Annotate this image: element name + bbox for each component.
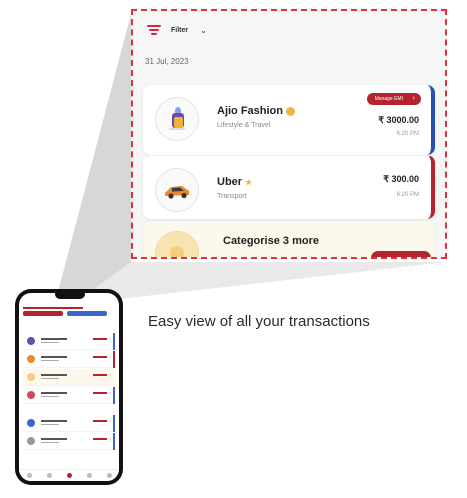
transaction-time: 6:20 PM <box>396 192 419 198</box>
phone-screen <box>19 293 119 481</box>
manage-emi-button[interactable]: Manage EMI › <box>366 93 421 105</box>
transaction-amount: ₹ 3000.00 <box>378 115 419 125</box>
merchant-name: Uber ★ <box>217 176 253 188</box>
merchant-avatar <box>155 168 199 212</box>
transaction-amount: ₹ 300.00 <box>383 174 419 184</box>
categorise-button[interactable] <box>371 251 431 257</box>
filter-label: Filter <box>171 26 189 34</box>
merchant-category: Transport <box>217 193 247 200</box>
star-icon: ★ <box>245 177 253 187</box>
shopping-bag-icon <box>169 107 185 130</box>
merchant-name: Ajio Fashion <box>217 105 295 117</box>
merchant-avatar <box>155 97 199 141</box>
phone-list-item <box>23 387 115 404</box>
transaction-card-ajio[interactable]: Ajio Fashion Lifestyle & Travel Manage E… <box>143 85 435 155</box>
transaction-date: 31 Jul, 2023 <box>145 57 189 66</box>
phone-header <box>23 305 115 317</box>
transaction-card-uber[interactable]: Uber ★ Transport ₹ 300.00 6:20 PM <box>143 155 435 219</box>
categorise-avatar <box>155 231 199 257</box>
phone-list-item <box>23 415 115 432</box>
phone-list-item <box>23 351 115 368</box>
phone-bottom-nav <box>19 469 119 481</box>
phone-list-item <box>23 369 115 386</box>
phone-notch <box>55 293 85 299</box>
chart-icon <box>86 473 92 478</box>
filter-lines-icon <box>147 25 161 35</box>
search-icon <box>46 473 52 478</box>
center-action-icon <box>66 473 72 478</box>
tag-icon <box>170 246 184 257</box>
car-icon <box>165 186 189 199</box>
chevron-right-icon: › <box>412 95 415 102</box>
phone-mockup <box>15 289 123 485</box>
home-icon <box>26 473 32 478</box>
profile-icon <box>106 473 112 478</box>
categorise-title: Categorise 3 more <box>223 235 319 247</box>
categorise-prompt-card[interactable]: Categorise 3 more <box>143 221 435 257</box>
merchant-category: Lifestyle & Travel <box>217 122 271 129</box>
phone-list-item <box>23 433 115 450</box>
phone-list-item <box>23 333 115 350</box>
feature-caption: Easy view of all your transactions <box>148 313 370 330</box>
filter-control[interactable]: Filter ⌄ <box>147 25 207 35</box>
transaction-time: 6:20 PM <box>396 131 419 137</box>
zoomed-transaction-list: Filter ⌄ 31 Jul, 2023 Ajio Fashion Lifes… <box>131 9 447 259</box>
coin-badge-icon <box>286 106 295 116</box>
chevron-down-icon: ⌄ <box>200 25 207 35</box>
